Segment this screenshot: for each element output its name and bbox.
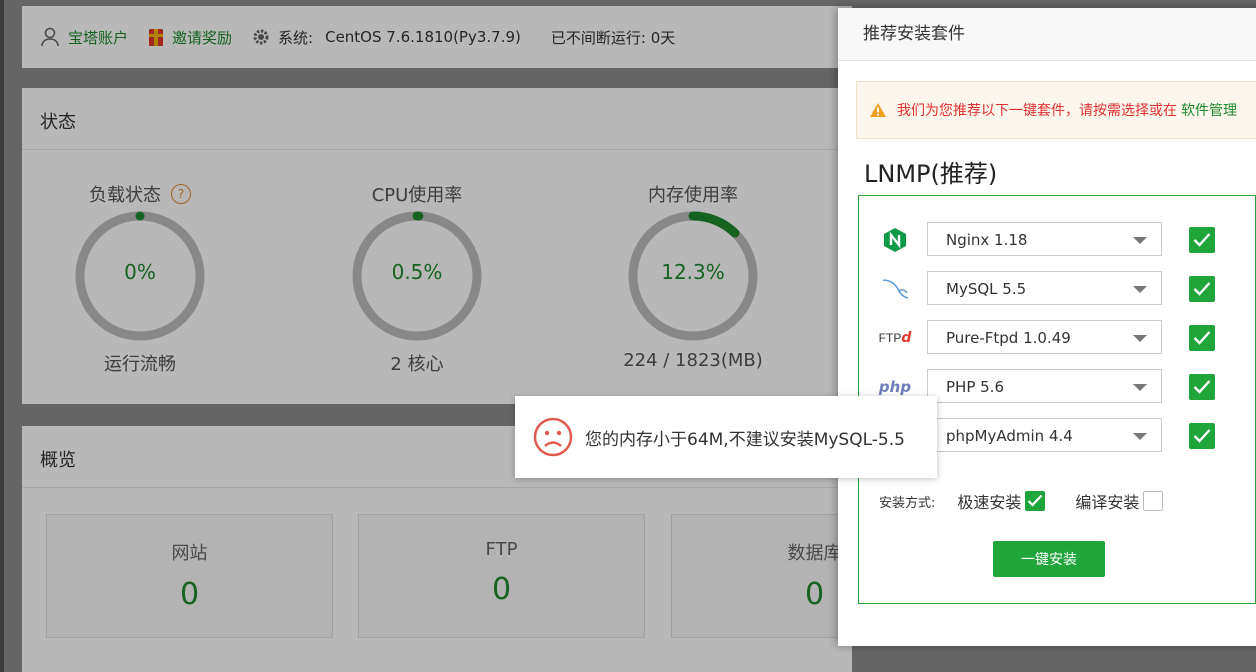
toast-message: 您的内存小于64M,不建议安装MySQL-5.5 [585, 429, 905, 450]
load-gauge[interactable]: 负载状态? 0% 运行流畅 [60, 180, 220, 376]
status-panel: 状态 负载状态? 0% 运行流畅 CPU使用率 0.5% 2 核心 内存使用率 … [22, 88, 852, 404]
gauge-label: CPU使用率 [371, 185, 463, 206]
invite-label: 邀请奖励 [172, 28, 233, 47]
package-select[interactable]: MySQL 5.5 [927, 271, 1162, 305]
uptime: 已不间断运行: 0天 [550, 28, 676, 47]
compile-install-checkbox[interactable] [1143, 491, 1164, 511]
compile-install-label: 编译安装 [1075, 493, 1140, 512]
user-icon [41, 27, 59, 47]
card-value: 0 [179, 577, 200, 612]
gauge-value: 12.3% [661, 260, 725, 284]
left-edge [0, 0, 4, 672]
mysql-icon [879, 275, 911, 303]
gauge-value: 0% [124, 260, 156, 284]
package-checkbox[interactable] [1189, 325, 1215, 351]
ftp-d-glyph: d [901, 330, 912, 346]
gift-icon [149, 29, 164, 46]
package-checkbox[interactable] [1189, 276, 1215, 302]
package-row-nginx: Nginx 1.18 [859, 222, 1255, 258]
overview-title: 概览 [40, 450, 76, 471]
system-label: 系统: [278, 28, 314, 47]
top-header: 宝塔账户 邀请奖励 系统: CentOS 7.6.1810(Py3.7.9) 已… [22, 6, 852, 68]
fast-install-label: 极速安装 [957, 493, 1022, 512]
overview-card-ftp[interactable]: FTP 0 [358, 514, 645, 638]
package-select[interactable]: PHP 5.6 [927, 369, 1162, 403]
package-select[interactable]: phpMyAdmin 4.4 [927, 418, 1162, 452]
package-checkbox[interactable] [1189, 423, 1215, 449]
gauge-value: 0.5% [391, 260, 443, 284]
dropdown-arrow-icon [1133, 384, 1147, 391]
package-row-mysql: MySQL 5.5 [859, 271, 1255, 307]
gear-icon [253, 29, 269, 45]
gauge-label: 内存使用率 [648, 185, 738, 206]
stack-title: LNMP(推荐) [864, 160, 998, 188]
system-value: CentOS 7.6.1810(Py3.7.9) [325, 28, 521, 46]
warning-icon [870, 103, 886, 117]
ftp-icon: FTP d [878, 324, 912, 352]
status-title: 状态 [40, 112, 76, 133]
divider [22, 149, 852, 150]
card-value: 0 [491, 572, 512, 607]
dropdown-arrow-icon [1133, 433, 1147, 440]
ftp-icon-text: FTP [878, 331, 902, 345]
warning-text: 我们为您推荐以下一键套件，请按需选择或在 [897, 103, 1177, 119]
divider [22, 487, 852, 488]
dropdown-arrow-icon [1133, 286, 1147, 293]
gauge-sub: 运行流畅 [104, 354, 176, 375]
recommend-install-modal: 推荐安装套件 我们为您推荐以下一键套件，请按需选择或在 软件管理 LNMP(推荐… [838, 8, 1256, 646]
one-click-install-button[interactable]: 一键安装 [993, 541, 1105, 577]
modal-title: 推荐安装套件 [838, 8, 1256, 61]
package-select[interactable]: Pure-Ftpd 1.0.49 [927, 320, 1162, 354]
package-row-ftp: FTP d Pure-Ftpd 1.0.49 [859, 320, 1255, 356]
card-label: FTP [485, 539, 518, 560]
card-label: 网站 [171, 543, 208, 564]
php-icon-text: php [878, 378, 912, 396]
invite-link[interactable]: 邀请奖励 [148, 27, 232, 48]
package-checkbox[interactable] [1189, 227, 1215, 253]
memory-gauge[interactable]: 内存使用率 12.3% 224 / 1823(MB) [613, 180, 773, 371]
select-value: Pure-Ftpd 1.0.49 [946, 329, 1071, 347]
cpu-gauge[interactable]: CPU使用率 0.5% 2 核心 [337, 180, 497, 376]
install-mode-label: 安装方式: [879, 495, 936, 511]
system-info: 系统: CentOS 7.6.1810(Py3.7.9) [252, 27, 521, 48]
dropdown-arrow-icon [1133, 237, 1147, 244]
gauge-label: 负载状态 [89, 185, 161, 206]
package-select[interactable]: Nginx 1.18 [927, 222, 1162, 256]
nginx-icon [879, 226, 911, 254]
gauge-sub: 2 核心 [390, 354, 444, 375]
sad-face-icon [533, 417, 573, 457]
fast-install-checkbox[interactable] [1025, 491, 1046, 511]
overview-card-sites[interactable]: 网站 0 [46, 514, 333, 638]
software-manage-link[interactable]: 软件管理 [1181, 100, 1237, 120]
install-mode: 安装方式: 极速安装 编译安装 [879, 486, 1256, 516]
memory-warning-toast: 您的内存小于64M,不建议安装MySQL-5.5 [515, 396, 937, 478]
help-icon[interactable]: ? [171, 184, 191, 204]
select-value: Nginx 1.18 [946, 231, 1028, 249]
select-value: phpMyAdmin 4.4 [946, 427, 1073, 445]
select-value: MySQL 5.5 [946, 280, 1027, 298]
account-label: 宝塔账户 [68, 28, 129, 47]
account-link[interactable]: 宝塔账户 [40, 27, 128, 48]
select-value: PHP 5.6 [946, 378, 1004, 396]
package-checkbox[interactable] [1189, 374, 1215, 400]
dropdown-arrow-icon [1133, 335, 1147, 342]
gauge-sub: 224 / 1823(MB) [623, 350, 763, 371]
warning-banner: 我们为您推荐以下一键套件，请按需选择或在 软件管理 [856, 81, 1256, 139]
